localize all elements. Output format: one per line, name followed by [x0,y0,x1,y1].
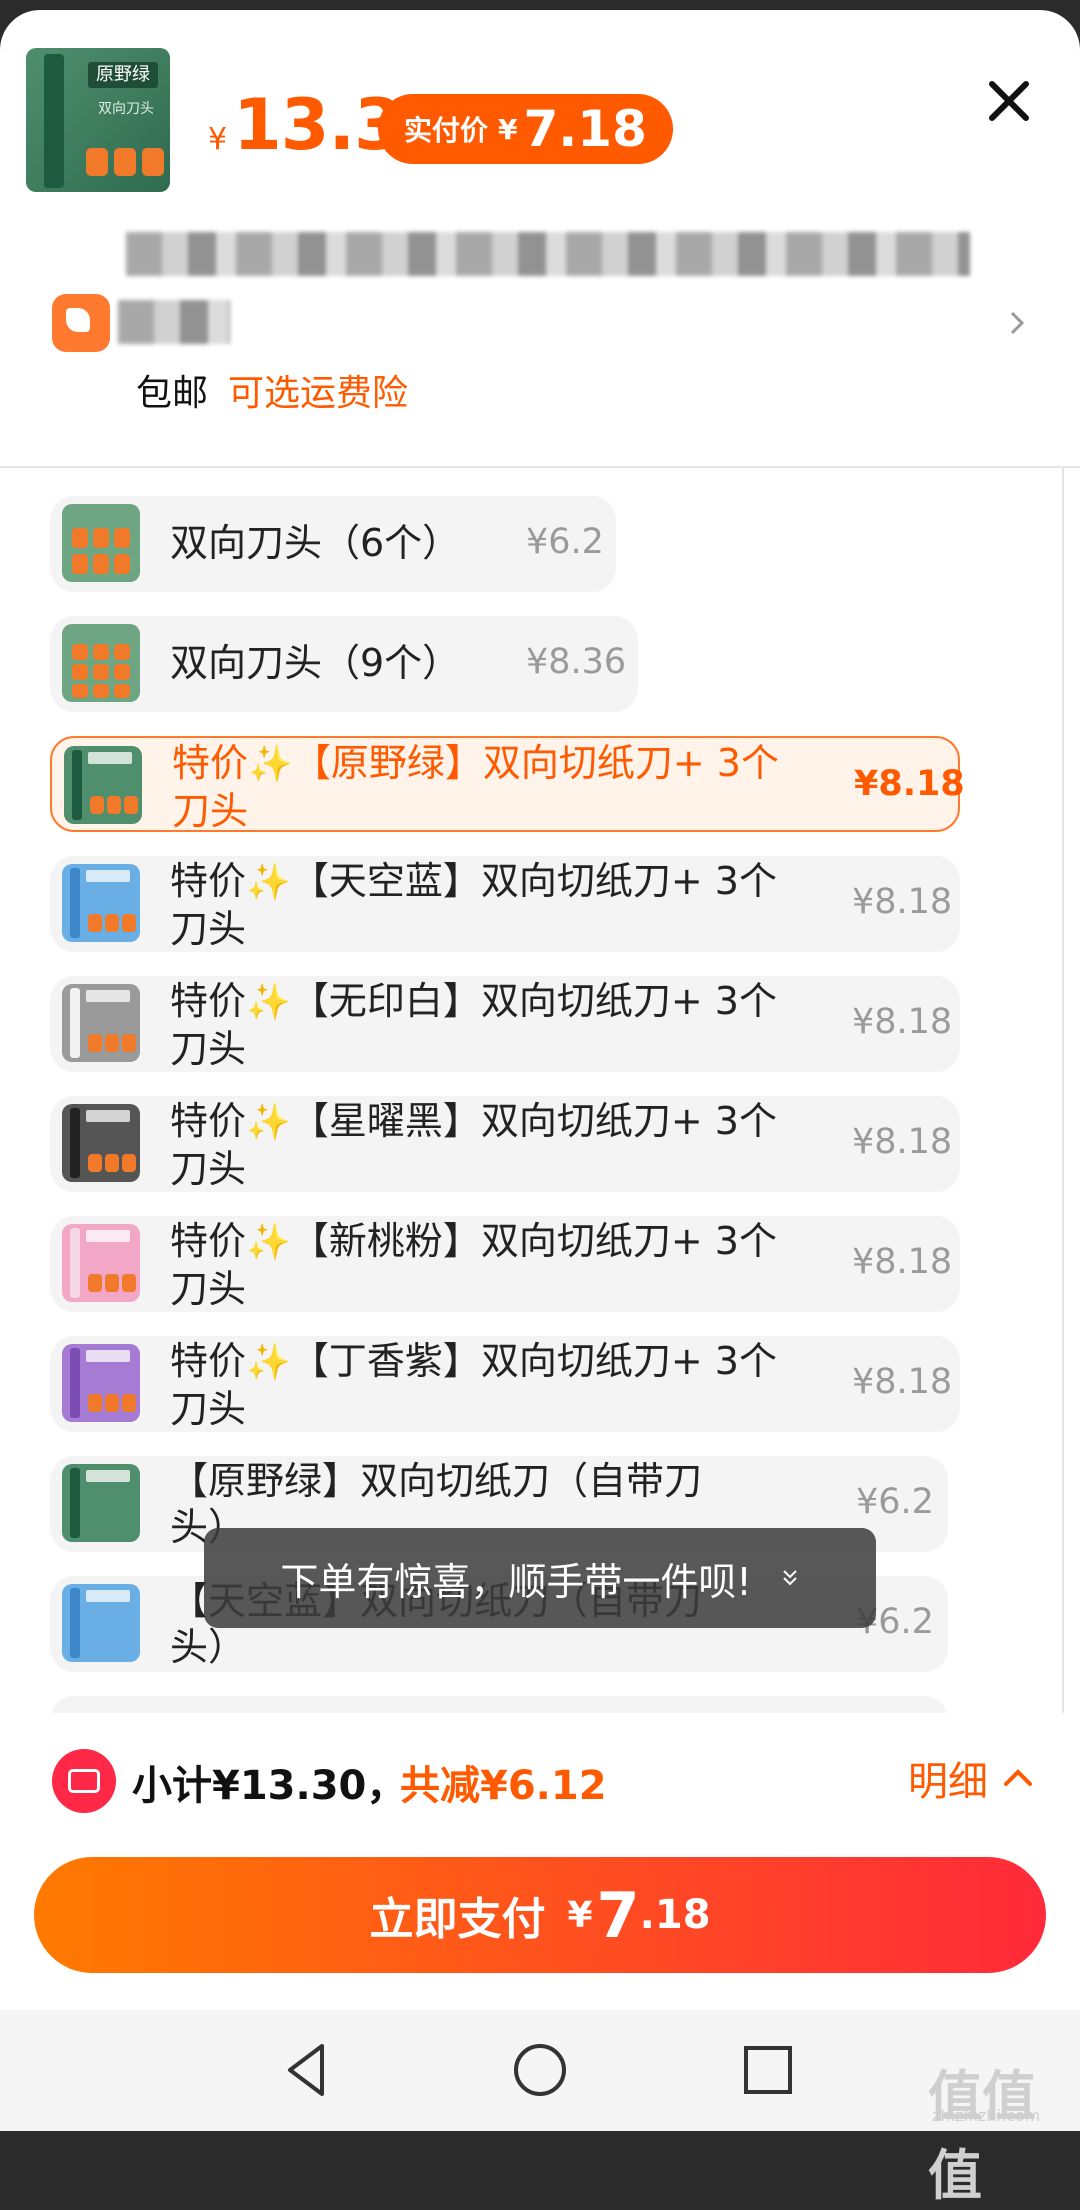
sku-name: 特价✨【星曜黑】双向切纸刀+ 3个刀头 [170,1099,777,1191]
watermark-site: zhizhizhi.com [932,2106,1041,2125]
sparkle-icon: ✨ [246,862,291,903]
price-currency: ¥ [208,122,228,157]
sku-price: ¥8.18 [852,1122,953,1162]
sku-price: ¥6.2 [856,1482,934,1522]
sku-option-partial[interactable] [50,1696,948,1713]
watermark-logo: 值值值 [928,2065,1036,2207]
pay-now-currency: ¥ [567,1894,593,1936]
sku-name: 双向刀头（6个） [170,521,461,565]
actual-price-currency: ¥ [498,112,518,146]
pay-now-integer: 7 [596,1878,640,1952]
sku-thumbnail [62,1224,140,1302]
pay-now-button[interactable]: 立即支付 ¥ 7 .18 [34,1857,1046,1973]
sku-option[interactable]: 双向刀头（9个） ¥8.36 [50,616,638,712]
chevron-right-icon[interactable] [1004,310,1030,336]
sku-name: 特价✨【天空蓝】双向切纸刀+ 3个刀头 [170,859,777,951]
sku-name: 特价✨【丁香紫】双向切纸刀+ 3个刀头 [170,1339,777,1431]
sku-thumbnail [62,1584,140,1662]
subtotal-text: 小计¥13.30， [132,1763,407,1809]
promo-toast[interactable]: 下单有惊喜，顺手带一件呗! [204,1528,876,1628]
home-circle-icon[interactable] [510,2040,570,2100]
sku-option[interactable]: 特价✨【天空蓝】双向切纸刀+ 3个刀头 ¥8.18 [50,856,960,952]
detail-button[interactable]: 明细 [908,1749,1034,1807]
chevron-up-icon [1004,1769,1032,1786]
sku-name: 双向刀头（9个） [170,641,461,685]
system-nav-bar [0,2010,1080,2131]
sku-option[interactable]: 特价✨【星曜黑】双向切纸刀+ 3个刀头 ¥8.18 [50,1096,960,1192]
pay-now-decimal: .18 [639,1892,711,1938]
sku-thumbnail [62,984,140,1062]
sku-price: ¥6.2 [526,522,604,562]
pay-now-label: 立即支付 [369,1894,546,1945]
sku-price: ¥8.18 [852,882,953,922]
sku-price: ¥8.18 [854,764,965,804]
sku-thumbnail [62,1464,140,1542]
sku-thumbnail [62,504,140,582]
sku-price: ¥8.18 [852,1002,953,1042]
sku-list: 双向刀头（6个） ¥6.2 双向刀头（9个） ¥8.36 特价✨【原野绿】双向切… [0,468,1064,1713]
sku-thumbnail [62,1344,140,1422]
close-icon[interactable] [984,76,1034,126]
sparkle-icon: ✨ [246,1102,291,1143]
double-chevron-down-icon [782,1570,797,1586]
sku-price: ¥8.18 [852,1242,953,1282]
price-amount: 13.3 [233,84,403,166]
free-shipping-label: 包邮 [136,373,209,414]
blurred-address [126,232,970,276]
sku-name: 特价✨【原野绿】双向切纸刀+ 3个刀头 [172,741,779,833]
sparkle-icon: ✨ [248,744,293,785]
sku-thumbnail [62,864,140,942]
toast-text: 下单有惊喜，顺手带一件呗! [280,1559,752,1604]
sparkle-icon: ✨ [246,1342,291,1383]
sku-thumbnail [62,1104,140,1182]
coupon-icon [52,1749,116,1813]
sku-bottom-sheet: 原野绿 双向刀头 ¥ 13.3 实付价 ¥ 7.18 包邮 可选运费险 双向刀头… [0,10,1080,2131]
sku-option[interactable]: 特价✨【新桃粉】双向切纸刀+ 3个刀头 ¥8.18 [50,1216,960,1312]
sku-option[interactable]: 特价✨【丁香紫】双向切纸刀+ 3个刀头 ¥8.18 [50,1336,960,1432]
sku-price: ¥8.36 [526,642,627,682]
actual-price-value: 7.18 [523,100,647,158]
discount-text: 共减¥6.12 [400,1763,607,1809]
shipping-insurance-link[interactable]: 可选运费险 [228,364,408,416]
sku-name: 特价✨【无印白】双向切纸刀+ 3个刀头 [170,979,777,1071]
sku-thumbnail [62,624,140,702]
actual-price-label: 实付价 [404,114,489,147]
detail-label: 明细 [908,1759,988,1805]
blurred-recipient [118,300,230,344]
sku-option[interactable]: 特价✨【无印白】双向切纸刀+ 3个刀头 ¥8.18 [50,976,960,1072]
sku-option-selected[interactable]: 特价✨【原野绿】双向切纸刀+ 3个刀头 ¥8.18 [50,736,965,833]
shop-logo-icon [52,294,110,352]
sku-name: 特价✨【新桃粉】双向切纸刀+ 3个刀头 [170,1219,777,1311]
sku-option[interactable]: 双向刀头（6个） ¥6.2 [50,496,616,592]
recents-square-icon[interactable] [738,2040,798,2100]
sparkle-icon: ✨ [246,982,291,1023]
actual-price-badge: 实付价 ¥ 7.18 [378,94,673,164]
original-price: ¥ 13.3 [208,84,403,166]
sku-thumbnail [64,746,142,824]
back-triangle-icon[interactable] [278,2040,338,2100]
sku-price: ¥8.18 [852,1362,953,1402]
sparkle-icon: ✨ [246,1222,291,1263]
product-thumbnail: 原野绿 双向刀头 [26,48,170,192]
